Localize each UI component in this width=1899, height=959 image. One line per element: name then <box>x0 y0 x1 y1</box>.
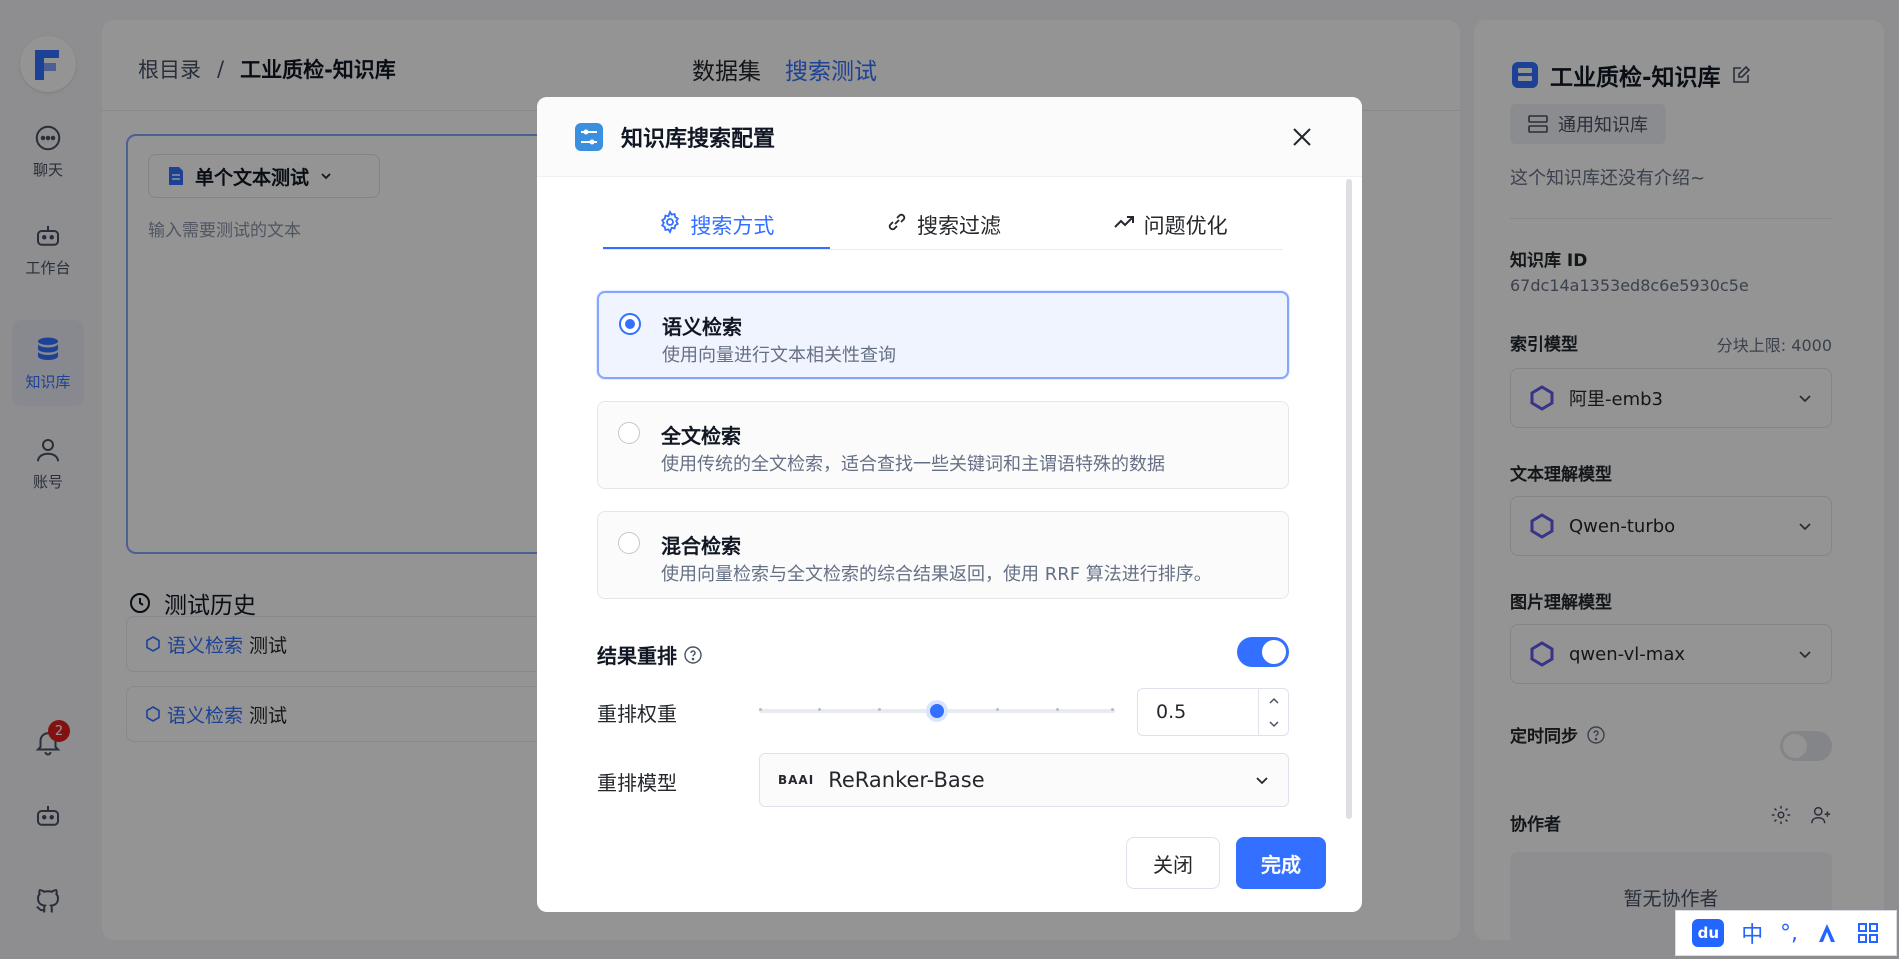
slider-tick <box>1055 708 1059 711</box>
weight-slider[interactable] <box>759 700 1115 722</box>
ime-toolbar: du 中 °, <box>1675 910 1897 956</box>
modal-header: 知识库搜索配置 <box>537 97 1362 177</box>
option-title: 全文检索 <box>661 424 741 448</box>
radio-hybrid[interactable] <box>618 532 640 554</box>
settings-sliders-icon <box>575 123 603 151</box>
grid-icon[interactable] <box>1856 921 1880 945</box>
search-option-semantic[interactable]: 语义检索 使用向量进行文本相关性查询 <box>597 291 1289 379</box>
tab-search-mode-label: 搜索方式 <box>690 214 775 238</box>
radio-fulltext[interactable] <box>618 422 640 444</box>
trend-up-icon <box>1113 216 1134 228</box>
rerank-model-select[interactable]: BAAI ReRanker-Base <box>759 753 1289 807</box>
rerank-model-value: ReRanker-Base <box>828 768 985 792</box>
modal-title: 知识库搜索配置 <box>621 127 776 152</box>
ime-punct[interactable]: °, <box>1780 921 1798 946</box>
weight-value: 0.5 <box>1156 701 1187 723</box>
chevron-down-icon <box>1256 777 1268 785</box>
weight-label: 重排权重 <box>597 702 677 726</box>
stepper-down[interactable] <box>1259 712 1288 735</box>
radio-semantic[interactable] <box>619 313 641 335</box>
tab-query-optimize-label: 问题优化 <box>1143 214 1228 238</box>
slider-tick <box>818 708 822 711</box>
scrollbar[interactable] <box>1346 179 1352 819</box>
option-desc: 使用向量进行文本相关性查询 <box>662 345 896 366</box>
search-option-fulltext[interactable]: 全文检索 使用传统的全文检索，适合查找一些关键词和主谓语特殊的数据 <box>597 401 1289 489</box>
cancel-button[interactable]: 关闭 <box>1126 837 1220 889</box>
link-icon <box>888 213 906 231</box>
help-icon[interactable] <box>683 645 703 665</box>
chevron-up-icon <box>1268 697 1279 704</box>
slider-tick <box>1111 708 1115 711</box>
chevron-down-icon <box>1268 720 1279 727</box>
close-icon <box>1293 128 1311 146</box>
weight-stepper[interactable] <box>1258 689 1288 735</box>
rerank-toggle[interactable] <box>1237 637 1289 667</box>
tab-search-filter-label: 搜索过滤 <box>917 214 1001 238</box>
option-desc: 使用向量检索与全文检索的综合结果返回，使用 RRF 算法进行排序。 <box>661 564 1212 585</box>
modal-tabs: 搜索方式 搜索过滤 问题优化 <box>603 210 1283 250</box>
option-desc: 使用传统的全文检索，适合查找一些关键词和主谓语特殊的数据 <box>661 454 1165 475</box>
slider-tick <box>877 708 881 711</box>
tab-query-optimize[interactable]: 问题优化 <box>1056 210 1283 249</box>
search-option-hybrid[interactable]: 混合检索 使用向量检索与全文检索的综合结果返回，使用 RRF 算法进行排序。 <box>597 511 1289 599</box>
tab-search-mode[interactable]: 搜索方式 <box>603 210 830 249</box>
model-label: 重排模型 <box>597 771 677 795</box>
weight-input[interactable]: 0.5 <box>1137 688 1289 736</box>
ime-skin-icon[interactable] <box>1815 921 1839 945</box>
rerank-label: 结果重排 <box>597 644 677 668</box>
rerank-label-row: 结果重排 <box>597 640 703 669</box>
slider-tick <box>996 708 1000 711</box>
option-title: 语义检索 <box>662 315 742 339</box>
slider-thumb[interactable] <box>926 700 948 722</box>
search-config-modal: 知识库搜索配置 搜索方式 搜索过滤 问题优化 语义检索 使用向量进行文本相关性查… <box>537 97 1362 912</box>
baidu-ime-icon[interactable]: du <box>1692 919 1725 947</box>
option-title: 混合检索 <box>661 534 741 558</box>
tab-search-filter[interactable]: 搜索过滤 <box>830 210 1057 249</box>
close-button[interactable] <box>1286 121 1318 153</box>
gear-icon <box>661 210 680 234</box>
done-button[interactable]: 完成 <box>1236 837 1326 889</box>
ime-lang[interactable]: 中 <box>1741 917 1763 949</box>
baai-logo-icon: BAAI <box>778 773 815 787</box>
stepper-up[interactable] <box>1259 689 1288 712</box>
slider-tick <box>759 708 762 711</box>
